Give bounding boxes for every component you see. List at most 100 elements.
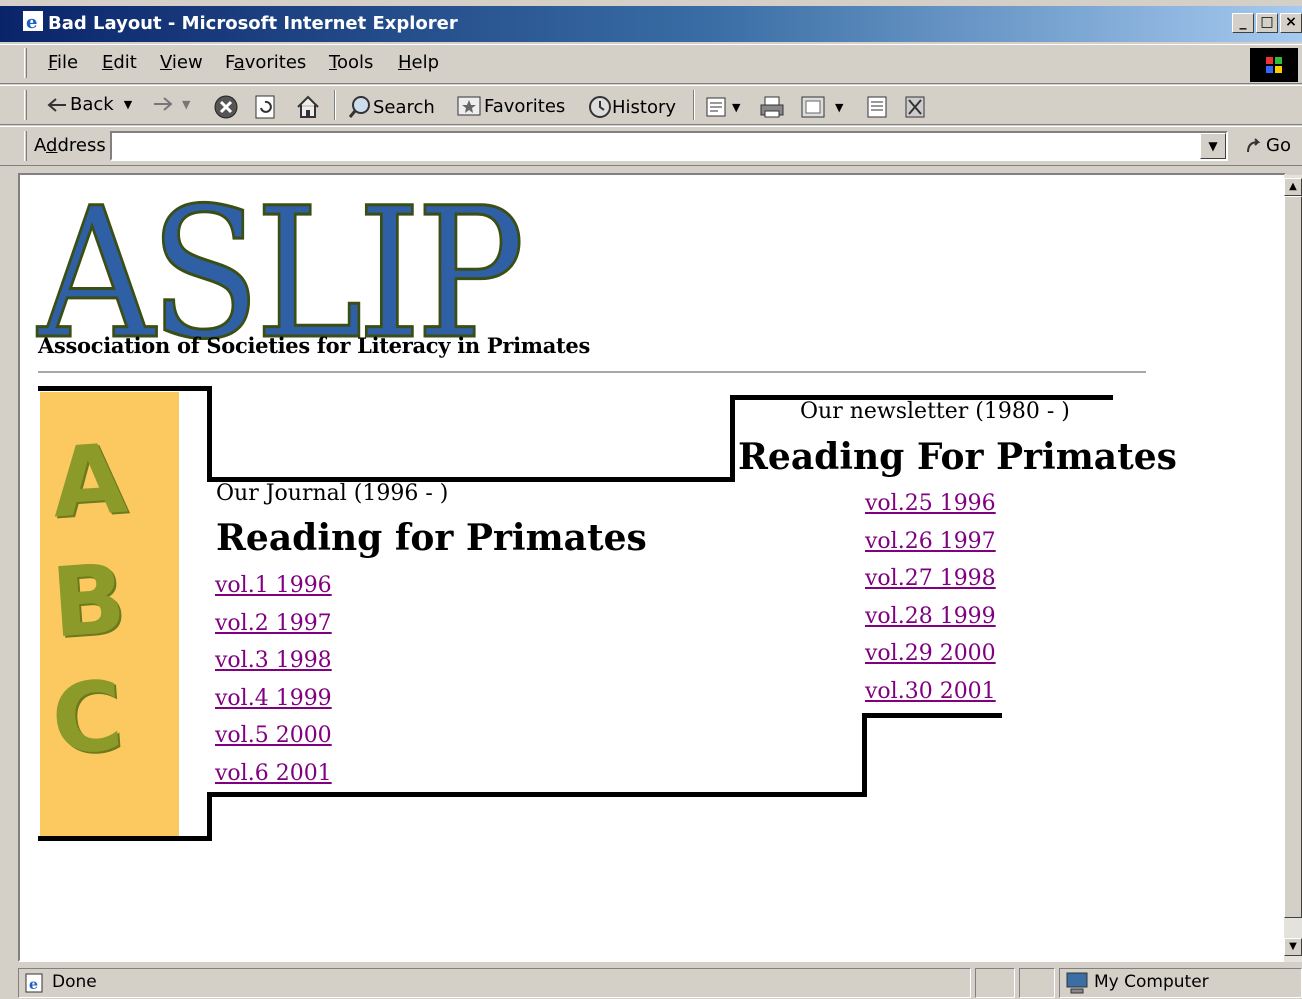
border-line [38, 386, 212, 391]
menu-view[interactable]: View [160, 52, 203, 73]
border-line [207, 792, 212, 841]
toolbar-grip[interactable] [24, 90, 27, 120]
stop-button[interactable] [213, 94, 239, 120]
search-button[interactable]: Search [347, 94, 435, 120]
favorites-icon [457, 96, 481, 116]
history-button[interactable]: History [586, 94, 676, 120]
newsletter-volume-link[interactable]: vol.27 1998 [865, 560, 996, 598]
menu-grip[interactable] [24, 48, 27, 78]
ie-icon: e [23, 11, 43, 32]
security-zone: My Computer [1094, 972, 1209, 992]
messenger-icon [905, 96, 925, 118]
mail-icon [706, 97, 726, 117]
window-title: Bad Layout - Microsoft Internet Explorer [48, 13, 458, 34]
go-label: Go [1266, 135, 1291, 156]
refresh-icon [255, 95, 275, 119]
print-icon [760, 96, 784, 118]
close-button[interactable]: × [1280, 13, 1302, 33]
address-input[interactable] [110, 131, 1228, 161]
status-panel [975, 968, 1015, 998]
menu-edit[interactable]: Edit [102, 52, 137, 73]
menu-tools[interactable]: Tools [329, 52, 373, 73]
journal-subtitle: Our Journal (1996 - ) [216, 481, 449, 506]
scroll-thumb[interactable] [1284, 196, 1302, 918]
home-button[interactable] [295, 94, 321, 120]
abc-letter-c: C [48, 659, 127, 777]
journal-volume-link[interactable]: vol.3 1998 [215, 642, 332, 680]
horizontal-rule [38, 371, 1146, 373]
search-icon [348, 96, 370, 118]
newsletter-title: Reading For Primates [738, 436, 1177, 478]
newsletter-volume-link[interactable]: vol.28 1999 [865, 598, 996, 636]
back-label: Back [70, 94, 114, 115]
search-label: Search [373, 96, 435, 118]
back-arrow-icon [47, 97, 66, 112]
journal-volume-link[interactable]: vol.4 1999 [215, 680, 332, 718]
mail-dropdown-icon[interactable]: ▼ [732, 101, 740, 114]
border-line [38, 836, 212, 841]
windows-logo-icon [1250, 48, 1298, 82]
print-button[interactable] [758, 94, 786, 120]
newsletter-volume-link[interactable]: vol.30 2001 [865, 673, 996, 711]
svg-text:e: e [29, 977, 38, 993]
chevron-down-icon: ▼ [1208, 139, 1218, 153]
abc-letter-a: A [48, 422, 131, 540]
edit-button[interactable]: ▼ [799, 94, 843, 120]
maximize-button[interactable]: □ [1256, 13, 1278, 33]
minimize-button[interactable]: _ [1232, 13, 1254, 33]
toolbar-separator [334, 90, 336, 120]
menu-favorites[interactable]: Favorites [225, 52, 306, 73]
menu-file[interactable]: File [48, 52, 78, 73]
border-line [730, 395, 735, 482]
history-label: History [612, 96, 677, 118]
journal-volume-link[interactable]: vol.5 2000 [215, 717, 332, 755]
journal-volume-list: vol.1 1996 vol.2 1997 vol.3 1998 vol.4 1… [215, 567, 332, 793]
journal-volume-link[interactable]: vol.6 2001 [215, 755, 332, 793]
border-line [207, 792, 867, 797]
newsletter-volume-link[interactable]: vol.26 1997 [865, 523, 996, 561]
favorites-label: Favorites [484, 95, 566, 117]
address-grip[interactable] [24, 131, 27, 161]
history-icon [589, 96, 611, 118]
discuss-button[interactable] [865, 94, 889, 120]
messenger-button[interactable] [903, 94, 927, 120]
organization-name: Association of Societies for Literacy in… [38, 333, 590, 358]
mail-button[interactable]: ▼ [704, 94, 740, 120]
border-line [207, 386, 212, 482]
favorites-button[interactable]: Favorites [456, 94, 565, 118]
newsletter-subtitle: Our newsletter (1980 - ) [800, 399, 1070, 424]
address-label: Address [34, 135, 106, 156]
status-panel-main [18, 968, 971, 998]
abc-letter-b: B [48, 542, 129, 660]
newsletter-volume-list: vol.25 1996 vol.26 1997 vol.27 1998 vol.… [865, 485, 996, 711]
journal-volume-link[interactable]: vol.2 1997 [215, 605, 332, 643]
svg-text:e: e [26, 12, 37, 32]
forward-button[interactable]: ▼ [152, 94, 190, 114]
stop-icon [214, 95, 238, 119]
page-icon: e [25, 973, 43, 993]
refresh-button[interactable] [253, 94, 277, 120]
edit-dropdown-icon[interactable]: ▼ [835, 101, 843, 114]
journal-volume-link[interactable]: vol.1 1996 [215, 567, 332, 605]
address-dropdown-button[interactable]: ▼ [1200, 133, 1226, 159]
arrow-up-icon: ▲ [1289, 181, 1297, 192]
newsletter-volume-link[interactable]: vol.29 2000 [865, 635, 996, 673]
forward-dropdown-icon[interactable]: ▼ [182, 98, 190, 111]
discuss-icon [867, 96, 887, 118]
newsletter-volume-link[interactable]: vol.25 1996 [865, 485, 996, 523]
back-button[interactable]: Back ▼ [46, 94, 132, 115]
edit-icon [801, 96, 825, 118]
scroll-up-button[interactable]: ▲ [1284, 178, 1302, 196]
menu-help[interactable]: Help [398, 52, 439, 73]
go-button[interactable]: Go [1244, 135, 1291, 156]
border-line [862, 713, 867, 797]
journal-title: Reading for Primates [216, 517, 647, 559]
go-arrow-icon [1247, 137, 1261, 152]
status-panel [1019, 968, 1055, 998]
toolbar-separator [693, 90, 695, 120]
arrow-down-icon: ▼ [1289, 941, 1297, 952]
computer-icon [1066, 972, 1088, 994]
back-dropdown-icon[interactable]: ▼ [124, 98, 132, 111]
border-line [862, 713, 1002, 718]
scroll-down-button[interactable]: ▼ [1284, 938, 1302, 956]
